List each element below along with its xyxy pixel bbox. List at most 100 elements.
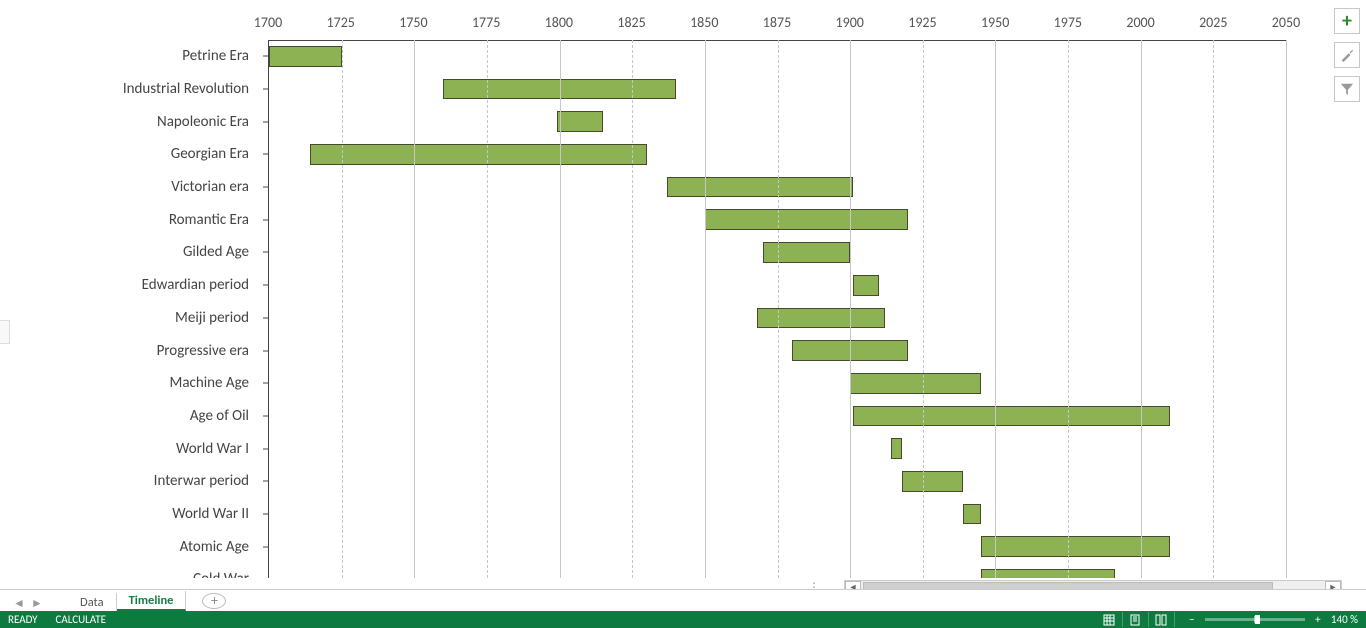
y-tick (263, 481, 269, 482)
add-sheet-button[interactable]: + (202, 593, 226, 609)
funnel-icon (1340, 82, 1354, 96)
category-label: Machine Age (170, 374, 270, 392)
bar[interactable] (853, 275, 879, 296)
gridline-minor (1213, 40, 1214, 578)
y-tick (263, 154, 269, 155)
category-label: Meiji period (175, 309, 269, 327)
sheet-tab-nav: ◄ ► (12, 596, 44, 611)
x-tick-label: 1925 (908, 14, 936, 31)
y-tick (263, 252, 269, 253)
y-tick (263, 89, 269, 90)
bar[interactable] (891, 438, 903, 459)
bar[interactable] (757, 308, 885, 329)
chart-side-buttons: + (1334, 8, 1364, 102)
tab-nav-prev[interactable]: ◄ (12, 596, 26, 611)
bar[interactable] (705, 209, 908, 230)
pane-collapse-handle[interactable] (0, 320, 10, 344)
zoom-level-label[interactable]: 140 % (1331, 613, 1358, 626)
y-tick (263, 285, 269, 286)
category-label: Age of Oil (190, 407, 269, 425)
x-tick-label: 1850 (690, 14, 718, 31)
gridline-minor (487, 40, 488, 578)
bar[interactable] (981, 569, 1115, 578)
category-label: Cold War (193, 570, 269, 578)
sheet-tab-bar: ◄ ► DataTimeline + (0, 589, 1366, 611)
y-tick (263, 448, 269, 449)
gridline-minor (1068, 40, 1069, 578)
category-label: Edwardian period (142, 276, 269, 294)
category-label: Industrial Revolution (123, 80, 269, 98)
sheet-tab-data[interactable]: Data (68, 593, 117, 611)
x-tick-label: 1800 (545, 14, 573, 31)
chart-elements-button[interactable]: + (1334, 8, 1360, 34)
status-ready: READY (8, 613, 38, 626)
x-tick-label: 1875 (763, 14, 791, 31)
bar[interactable] (902, 471, 963, 492)
y-tick (263, 317, 269, 318)
x-tick-label: 1750 (399, 14, 427, 31)
status-calculate[interactable]: CALCULATE (56, 613, 107, 626)
y-tick (263, 415, 269, 416)
category-label: Romantic Era (169, 211, 269, 229)
view-switcher (1097, 612, 1175, 627)
bar[interactable] (853, 406, 1170, 427)
gridline-major (705, 40, 706, 578)
x-tick-label: 1975 (1054, 14, 1082, 31)
y-tick (263, 513, 269, 514)
category-label: Interwar period (154, 472, 269, 490)
gridline-minor (778, 40, 779, 578)
x-tick-label: 2050 (1272, 14, 1300, 31)
category-label: Victorian era (171, 178, 269, 196)
category-label: World War II (172, 505, 269, 523)
zoom-slider-knob[interactable] (1255, 615, 1260, 624)
x-tick-label: 1900 (836, 14, 864, 31)
category-label: Napoleonic Era (157, 113, 269, 131)
tab-nav-next[interactable]: ► (30, 596, 44, 611)
chart-styles-button[interactable] (1334, 42, 1360, 68)
bar[interactable] (763, 242, 850, 263)
x-tick-label: 1775 (472, 14, 500, 31)
category-label: Georgian Era (171, 145, 269, 163)
x-tick-label: 1950 (981, 14, 1009, 31)
bar[interactable] (667, 177, 853, 198)
y-tick (263, 546, 269, 547)
zoom-in-button[interactable]: + (1311, 613, 1325, 626)
gridline-major (1286, 40, 1287, 578)
status-bar: READY CALCULATE − + 140 % (0, 611, 1366, 628)
y-tick (263, 219, 269, 220)
category-label: Atomic Age (180, 538, 269, 556)
gridline-major (560, 40, 561, 578)
x-tick-label: 2025 (1199, 14, 1227, 31)
sheet-tabs: DataTimeline (68, 591, 186, 611)
gridline-major (850, 40, 851, 578)
x-tick-label: 1700 (254, 14, 282, 31)
zoom-out-button[interactable]: − (1185, 613, 1199, 626)
gridline-major (995, 40, 996, 578)
y-tick (263, 121, 269, 122)
category-label: Petrine Era (182, 47, 269, 65)
view-normal-button[interactable] (1097, 612, 1123, 627)
bar[interactable] (557, 111, 603, 132)
gridline-major (414, 40, 415, 578)
x-tick-label: 1725 (327, 14, 355, 31)
x-tick-label: 1825 (617, 14, 645, 31)
gridline-minor (632, 40, 633, 578)
zoom-slider[interactable] (1205, 618, 1305, 621)
bar[interactable] (310, 144, 647, 165)
bar[interactable] (850, 373, 981, 394)
bar[interactable] (963, 504, 980, 525)
chart-filters-button[interactable] (1334, 76, 1360, 102)
y-tick (263, 187, 269, 188)
category-label: World War I (176, 440, 269, 458)
y-tick (263, 383, 269, 384)
view-page-layout-button[interactable] (1123, 612, 1149, 627)
y-tick (263, 350, 269, 351)
category-label: Gilded Age (183, 243, 269, 261)
gridline-minor (342, 40, 343, 578)
bar[interactable] (269, 46, 342, 67)
x-tick-label: 2000 (1126, 14, 1154, 31)
category-label: Progressive era (157, 342, 269, 360)
view-page-break-button[interactable] (1149, 612, 1175, 627)
sheet-tab-timeline[interactable]: Timeline (117, 591, 187, 611)
plot-area[interactable]: 1700172517501775180018251850187519001925… (268, 0, 1286, 578)
